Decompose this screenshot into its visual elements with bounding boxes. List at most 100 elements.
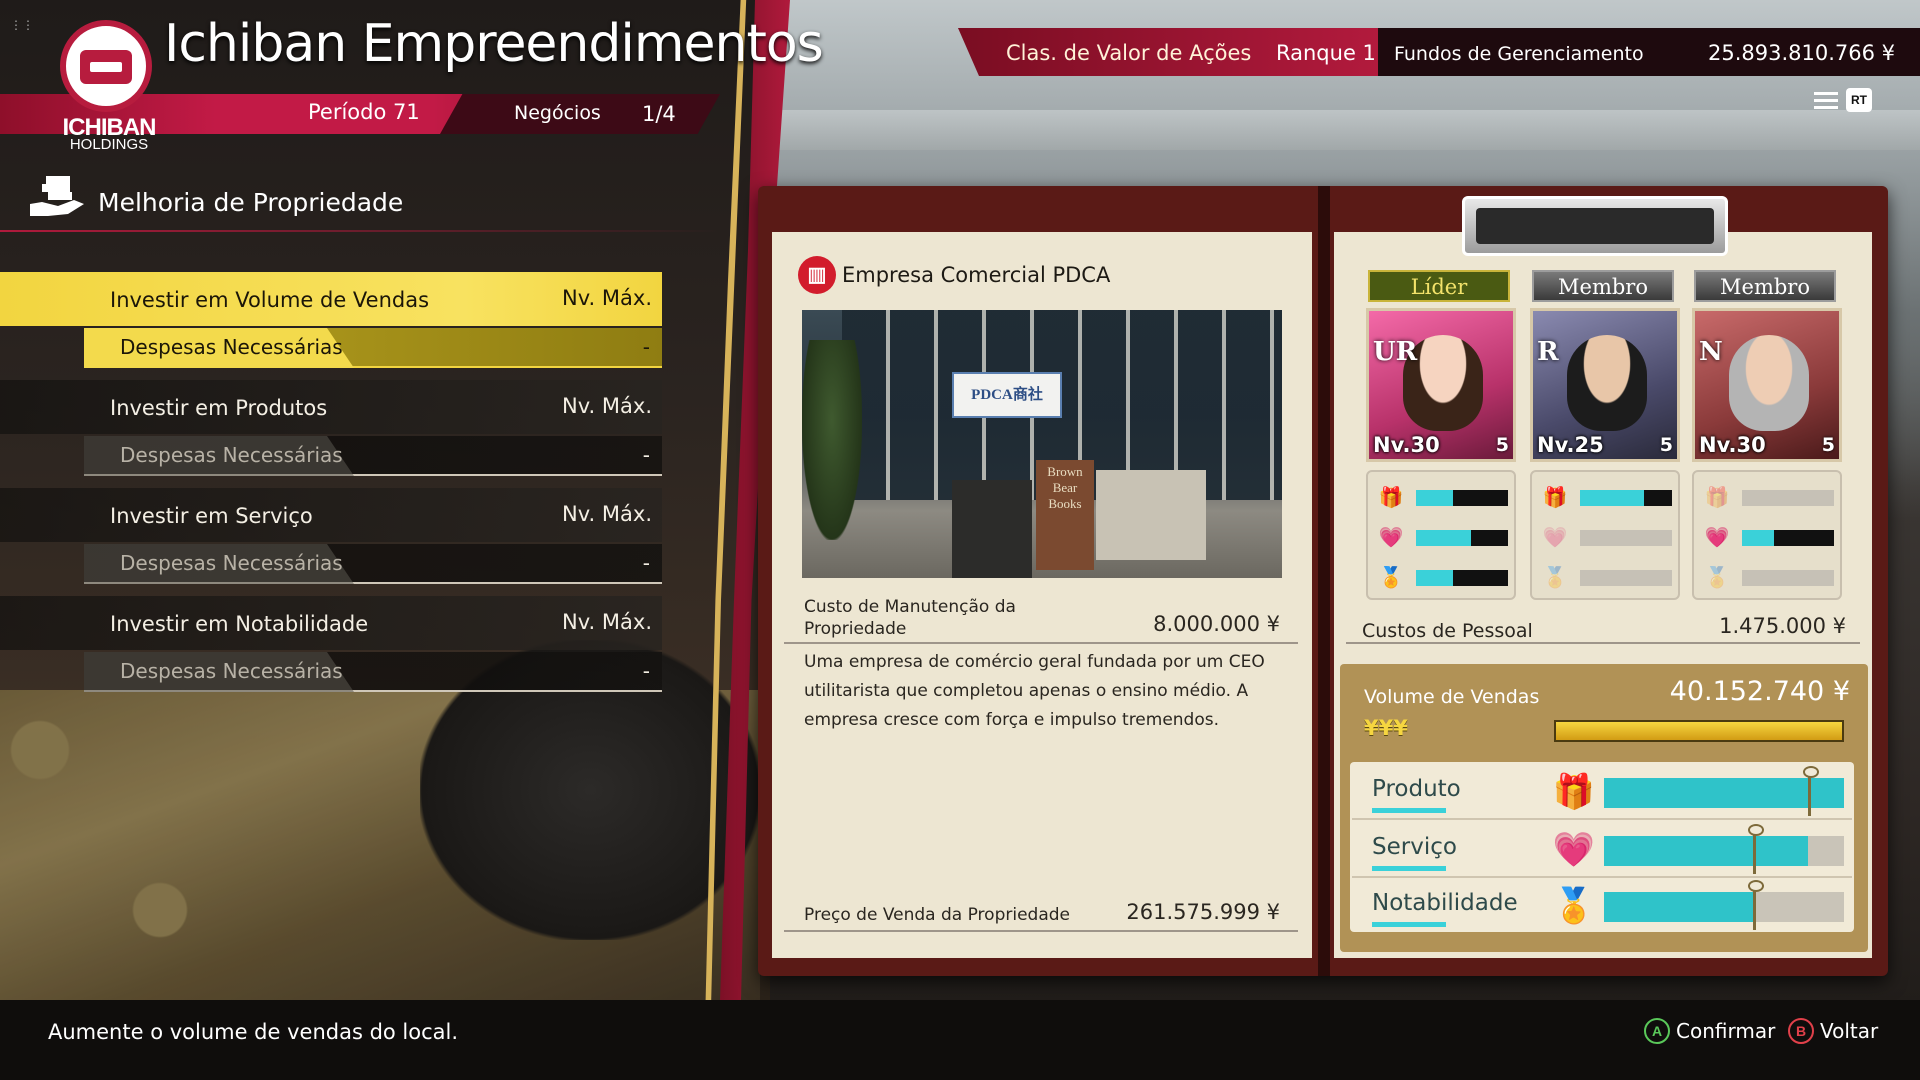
investment-bar bbox=[1604, 766, 1844, 816]
investment-bar bbox=[1604, 824, 1844, 874]
investment-row-product: Produto 🎁 bbox=[1352, 764, 1852, 820]
menu-item-invest-products[interactable]: Investir em Produtos Nv. Máx. Despesas N… bbox=[0, 380, 662, 484]
rt-button-icon[interactable]: RT bbox=[1846, 88, 1872, 112]
sales-volume-value: 40.152.740 ¥ bbox=[1669, 676, 1850, 707]
staff-stat-row: 🎁 bbox=[1704, 484, 1834, 510]
menu-item-invest-service[interactable]: Investir em Serviço Nv. Máx. Despesas Ne… bbox=[0, 488, 662, 592]
investment-marker bbox=[1803, 766, 1819, 816]
a-button-icon: A bbox=[1644, 1018, 1670, 1044]
gift-icon: 🎁 bbox=[1542, 485, 1568, 509]
sales-volume-label: Volume de Vendas bbox=[1364, 686, 1540, 708]
back-label: Voltar bbox=[1820, 1019, 1879, 1043]
staff-level: Nv.25 bbox=[1537, 433, 1604, 457]
heart-hand-icon: 💗 bbox=[1378, 525, 1404, 549]
menu-item-invest-notability[interactable]: Investir em Notabilidade Nv. Máx. Despes… bbox=[0, 596, 662, 700]
property-description: Uma empresa de comércio geral fundada po… bbox=[804, 652, 1265, 730]
gift-icon: 🎁 bbox=[1704, 485, 1730, 509]
funds-label: Fundos de Gerenciamento bbox=[1394, 43, 1644, 65]
staff-stat-bar bbox=[1416, 490, 1508, 506]
menu-icon[interactable] bbox=[1814, 92, 1838, 110]
staff-stars: 5 bbox=[1495, 434, 1509, 456]
property-photo: PDCA商社 Brown Bear Books bbox=[802, 310, 1282, 578]
funds-value: 25.893.810.766 ¥ bbox=[1708, 41, 1896, 65]
staff-stat-fill bbox=[1742, 530, 1775, 546]
staff-portrait-leader[interactable]: UR Nv.30 5 bbox=[1366, 308, 1516, 462]
staff-stars: 5 bbox=[1821, 434, 1835, 456]
menu-item-level: Nv. Máx. bbox=[562, 286, 652, 310]
staff-stat-row: 💗 bbox=[1378, 524, 1508, 550]
investment-row-notability: Notabilidade 🏅 bbox=[1352, 878, 1852, 934]
upkeep-value: 8.000.000 ¥ bbox=[1153, 612, 1280, 636]
divider bbox=[784, 930, 1298, 932]
photo-shop-window bbox=[1096, 470, 1206, 560]
staff-portrait-member-1[interactable]: R Nv.25 5 bbox=[1530, 308, 1680, 462]
menu-item-cost-label: Despesas Necessárias bbox=[120, 443, 343, 467]
staff-stat-bar bbox=[1416, 570, 1508, 586]
staff-stat-bar bbox=[1416, 530, 1508, 546]
staff-stat-fill bbox=[1580, 490, 1645, 506]
staff-portrait-member-2[interactable]: N Nv.30 5 bbox=[1692, 308, 1842, 462]
label-underline bbox=[1372, 922, 1446, 927]
grip-icon: ⋮⋮ bbox=[10, 18, 34, 32]
staff-stat-bar bbox=[1580, 490, 1672, 506]
menu-item-cost-value: - bbox=[642, 551, 650, 575]
property-name: Empresa Comercial PDCA bbox=[842, 263, 1111, 287]
portrait-face bbox=[1729, 335, 1809, 431]
photo-shop-sign: Brown Bear Books bbox=[1036, 460, 1094, 570]
menu-item-label: Investir em Notabilidade bbox=[110, 612, 369, 636]
heart-hand-icon: 💗 bbox=[1704, 525, 1730, 549]
deals-count: 1/4 bbox=[642, 102, 676, 126]
sales-volume-bar bbox=[1554, 720, 1844, 742]
menu-item-cost-label: Despesas Necessárias bbox=[120, 659, 343, 683]
role-member-badge: Membro bbox=[1694, 270, 1836, 302]
rarity-badge: N bbox=[1699, 337, 1723, 367]
confirm-label: Confirmar bbox=[1676, 1019, 1776, 1043]
menu-item-label: Investir em Produtos bbox=[110, 396, 328, 420]
divider bbox=[784, 642, 1298, 644]
staff-stars: 5 bbox=[1659, 434, 1673, 456]
staff-stats-member-1: 🎁 💗 🏅 bbox=[1530, 470, 1680, 600]
medal-icon: 🏅 bbox=[1542, 565, 1568, 589]
role-member-badge: Membro bbox=[1532, 270, 1674, 302]
heart-hand-icon: 💗 bbox=[1542, 525, 1568, 549]
staff-stats-leader: 🎁 💗 🏅 bbox=[1366, 470, 1516, 600]
staff-stat-fill bbox=[1416, 570, 1453, 586]
clipboard-clip-inner bbox=[1476, 208, 1714, 244]
menu-item-level: Nv. Máx. bbox=[562, 610, 652, 634]
staff-stat-row: 💗 bbox=[1704, 524, 1834, 550]
staff-stat-row: 🏅 bbox=[1378, 564, 1508, 590]
gift-icon: 🎁 bbox=[1378, 485, 1404, 509]
sale-price-value: 261.575.999 ¥ bbox=[1126, 900, 1280, 924]
back-button[interactable]: B Voltar bbox=[1788, 1016, 1878, 1046]
staff-stat-row: 🎁 bbox=[1378, 484, 1508, 510]
staff-cost-label: Custos de Pessoal bbox=[1362, 620, 1533, 642]
staff-stat-fill bbox=[1416, 530, 1472, 546]
menu-item-level: Nv. Máx. bbox=[562, 502, 652, 526]
investment-label: Serviço bbox=[1372, 834, 1457, 860]
investment-bar-fill bbox=[1604, 836, 1808, 866]
rarity-badge: R bbox=[1537, 337, 1559, 367]
menu-item-cost-label: Despesas Necessárias bbox=[120, 551, 343, 575]
staff-stats-member-2: 🎁 💗 🏅 bbox=[1692, 470, 1842, 600]
staff-level: Nv.30 bbox=[1699, 433, 1766, 457]
rarity-badge: UR bbox=[1373, 337, 1418, 367]
menu-item-cost-value: - bbox=[642, 443, 650, 467]
menu-item-invest-sales[interactable]: Investir em Volume de Vendas Nv. Máx. De… bbox=[0, 272, 662, 376]
medal-icon: 🏅 bbox=[1378, 565, 1404, 589]
background-ceiling-light bbox=[760, 110, 1920, 150]
role-leader-badge: Líder bbox=[1368, 270, 1510, 302]
stock-rank-label: Clas. de Valor de Ações bbox=[1006, 41, 1252, 65]
logo-mark-inner bbox=[90, 62, 122, 72]
photo-tree bbox=[802, 340, 862, 540]
menu-item-label: Investir em Volume de Vendas bbox=[110, 288, 430, 312]
heart-hand-icon: 💗 bbox=[1552, 830, 1596, 870]
menu-item-cost-label: Despesas Necessárias bbox=[120, 335, 343, 359]
app-title: Ichiban Empreendimentos bbox=[164, 14, 824, 74]
property-upgrade-icon bbox=[30, 176, 84, 216]
portrait-face bbox=[1567, 335, 1647, 431]
period-label: Período 71 bbox=[308, 100, 420, 124]
yen-rating-icon: ¥¥¥ bbox=[1364, 716, 1408, 740]
confirm-button[interactable]: A Confirmar bbox=[1644, 1016, 1775, 1046]
binder-spine bbox=[1318, 186, 1330, 976]
staff-stat-bar bbox=[1742, 570, 1834, 586]
